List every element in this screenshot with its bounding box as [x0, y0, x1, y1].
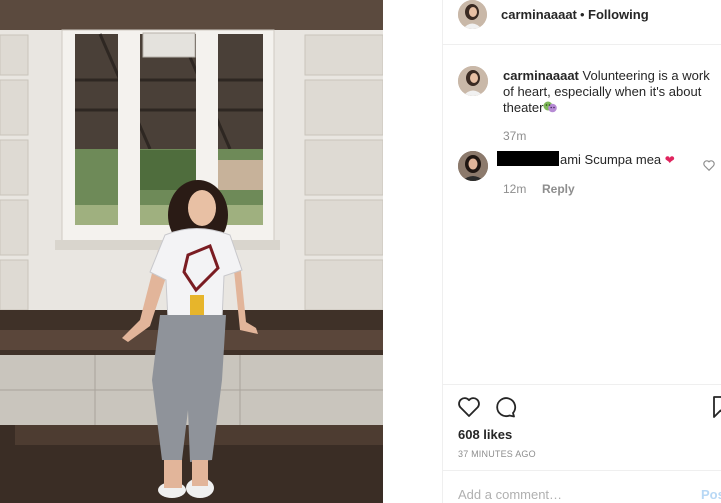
like-heart-icon[interactable]: [456, 394, 482, 420]
avatar-image: [458, 0, 487, 29]
post-photo[interactable]: [0, 0, 383, 503]
photo-illustration: [0, 0, 383, 503]
comment-like-heart-icon[interactable]: [702, 158, 716, 172]
redacted-username: [497, 151, 559, 166]
following-button[interactable]: Following: [588, 7, 649, 22]
theater-masks-icon: [543, 101, 558, 113]
heart-emoji: ❤: [664, 153, 675, 167]
comment-bubble-icon[interactable]: [492, 394, 518, 420]
author-username[interactable]: carminaaaat: [501, 7, 577, 22]
post-time-ago[interactable]: 37 MINUTES AGO: [458, 449, 536, 459]
reply-button[interactable]: Reply: [542, 182, 575, 196]
likes-count[interactable]: 608 likes: [458, 427, 512, 442]
caption-username[interactable]: carminaaaat: [503, 68, 579, 83]
add-comment-input[interactable]: [458, 487, 678, 502]
avatar-image: [458, 151, 488, 181]
caption-avatar[interactable]: [458, 66, 488, 96]
comment-body: ami Scumpa mea: [560, 152, 662, 167]
post-side-panel: carminaaaat • Following carminaaaat Volu…: [442, 0, 721, 503]
comment-text: ami Scumpa mea ❤: [560, 152, 675, 167]
post-comment-button[interactable]: Post: [701, 487, 721, 502]
separator-dot: •: [580, 7, 585, 22]
avatar-image: [458, 66, 488, 96]
add-comment-bar: Post: [443, 470, 721, 503]
caption-timestamp[interactable]: 37m: [503, 129, 526, 143]
comment-timestamp[interactable]: 12m: [503, 182, 526, 196]
post-header: carminaaaat • Following: [443, 0, 721, 45]
author-avatar[interactable]: [458, 0, 487, 29]
commenter-avatar[interactable]: [458, 151, 488, 181]
bookmark-icon[interactable]: [709, 394, 721, 420]
caption: carminaaaat Volunteering is a work of he…: [503, 68, 713, 116]
